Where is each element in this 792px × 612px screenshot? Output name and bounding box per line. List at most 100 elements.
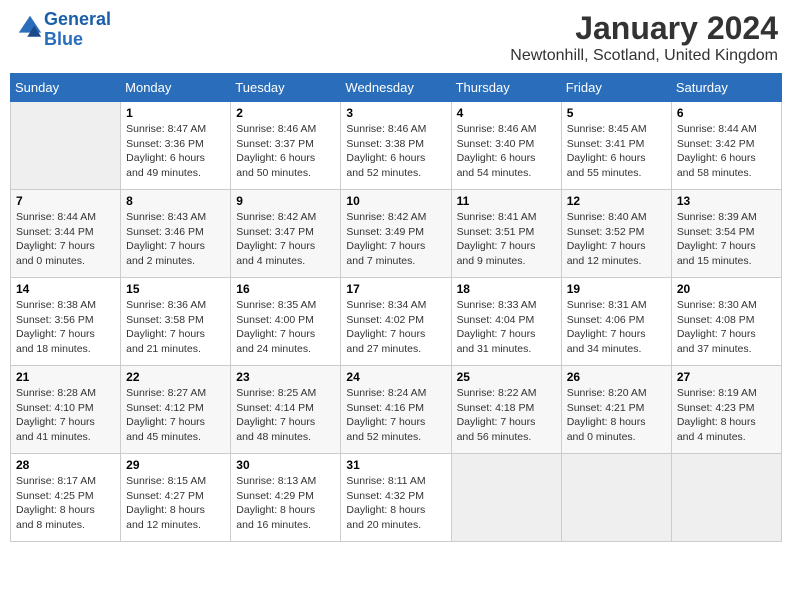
day-info: Sunrise: 8:42 AMSunset: 3:47 PMDaylight:… [236, 210, 335, 269]
calendar-cell: 14 Sunrise: 8:38 AMSunset: 3:56 PMDayligh… [11, 278, 121, 366]
day-number: 10 [346, 194, 445, 208]
calendar-cell [451, 454, 561, 542]
logo: General Blue [14, 10, 111, 50]
day-info: Sunrise: 8:27 AMSunset: 4:12 PMDaylight:… [126, 386, 225, 445]
day-info: Sunrise: 8:34 AMSunset: 4:02 PMDaylight:… [346, 298, 445, 357]
calendar-cell: 27 Sunrise: 8:19 AMSunset: 4:23 PMDayligh… [671, 366, 781, 454]
day-info: Sunrise: 8:38 AMSunset: 3:56 PMDaylight:… [16, 298, 115, 357]
day-number: 28 [16, 458, 115, 472]
calendar-cell [671, 454, 781, 542]
day-info: Sunrise: 8:46 AMSunset: 3:38 PMDaylight:… [346, 122, 445, 181]
day-number: 14 [16, 282, 115, 296]
day-number: 13 [677, 194, 776, 208]
calendar-cell: 15Sunrise: 8:36 AMSunset: 3:58 PMDayligh… [121, 278, 231, 366]
day-number: 4 [457, 106, 556, 120]
calendar-cell: 31 Sunrise: 8:11 AMSunset: 4:32 PMDayligh… [341, 454, 451, 542]
day-number: 20 [677, 282, 776, 296]
day-info: Sunrise: 8:11 AMSunset: 4:32 PMDaylight:… [346, 474, 445, 533]
calendar-cell: 30 Sunrise: 8:13 AMSunset: 4:29 PMDayligh… [231, 454, 341, 542]
calendar-week-1: 1 Sunrise: 8:47 AMSunset: 3:36 PMDaylight… [11, 102, 782, 190]
day-info: Sunrise: 8:15 AMSunset: 4:27 PMDaylight:… [126, 474, 225, 533]
calendar-cell: 20 Sunrise: 8:30 AMSunset: 4:08 PMDayligh… [671, 278, 781, 366]
calendar-cell: 3 Sunrise: 8:46 AMSunset: 3:38 PMDaylight… [341, 102, 451, 190]
day-info: Sunrise: 8:44 AMSunset: 3:42 PMDaylight:… [677, 122, 776, 181]
day-info: Sunrise: 8:40 AMSunset: 3:52 PMDaylight:… [567, 210, 666, 269]
calendar-cell: 19 Sunrise: 8:31 AMSunset: 4:06 PMDayligh… [561, 278, 671, 366]
day-number: 12 [567, 194, 666, 208]
calendar-week-5: 28 Sunrise: 8:17 AMSunset: 4:25 PMDayligh… [11, 454, 782, 542]
day-number: 21 [16, 370, 115, 384]
calendar-cell: 12 Sunrise: 8:40 AMSunset: 3:52 PMDayligh… [561, 190, 671, 278]
calendar-cell: 17Sunrise: 8:34 AMSunset: 4:02 PMDayligh… [341, 278, 451, 366]
day-info: Sunrise: 8:45 AMSunset: 3:41 PMDaylight:… [567, 122, 666, 181]
day-header-thursday: Thursday [451, 74, 561, 102]
calendar-cell: 18 Sunrise: 8:33 AMSunset: 4:04 PMDayligh… [451, 278, 561, 366]
day-info: Sunrise: 8:44 AMSunset: 3:44 PMDaylight:… [16, 210, 115, 269]
calendar-cell [11, 102, 121, 190]
calendar-cell: 4 Sunrise: 8:46 AMSunset: 3:40 PMDaylight… [451, 102, 561, 190]
calendar-cell: 8 Sunrise: 8:43 AMSunset: 3:46 PMDaylight… [121, 190, 231, 278]
day-info: Sunrise: 8:31 AMSunset: 4:06 PMDaylight:… [567, 298, 666, 357]
day-number: 25 [457, 370, 556, 384]
calendar-cell: 11 Sunrise: 8:41 AMSunset: 3:51 PMDayligh… [451, 190, 561, 278]
day-number: 27 [677, 370, 776, 384]
day-info: Sunrise: 8:47 AMSunset: 3:36 PMDaylight:… [126, 122, 225, 181]
day-number: 11 [457, 194, 556, 208]
day-number: 5 [567, 106, 666, 120]
location: Newtonhill, Scotland, United Kingdom [510, 47, 778, 65]
calendar-cell: 26 Sunrise: 8:20 AMSunset: 4:21 PMDayligh… [561, 366, 671, 454]
day-number: 26 [567, 370, 666, 384]
day-info: Sunrise: 8:25 AMSunset: 4:14 PMDaylight:… [236, 386, 335, 445]
calendar-cell: 2Sunrise: 8:46 AMSunset: 3:37 PMDaylight… [231, 102, 341, 190]
calendar-cell: 28 Sunrise: 8:17 AMSunset: 4:25 PMDayligh… [11, 454, 121, 542]
day-info: Sunrise: 8:46 AMSunset: 3:37 PMDaylight:… [236, 122, 335, 181]
calendar-week-3: 14 Sunrise: 8:38 AMSunset: 3:56 PMDayligh… [11, 278, 782, 366]
calendar-week-4: 21Sunrise: 8:28 AMSunset: 4:10 PMDayligh… [11, 366, 782, 454]
day-number: 15 [126, 282, 225, 296]
day-info: Sunrise: 8:22 AMSunset: 4:18 PMDaylight:… [457, 386, 556, 445]
calendar-cell: 10 Sunrise: 8:42 AMSunset: 3:49 PMDayligh… [341, 190, 451, 278]
logo-icon [16, 13, 44, 41]
day-info: Sunrise: 8:41 AMSunset: 3:51 PMDaylight:… [457, 210, 556, 269]
day-number: 3 [346, 106, 445, 120]
day-info: Sunrise: 8:46 AMSunset: 3:40 PMDaylight:… [457, 122, 556, 181]
page-header: General Blue January 2024 Newtonhill, Sc… [10, 10, 782, 65]
calendar-cell: 5 Sunrise: 8:45 AMSunset: 3:41 PMDaylight… [561, 102, 671, 190]
calendar-cell: 13Sunrise: 8:39 AMSunset: 3:54 PMDayligh… [671, 190, 781, 278]
day-number: 1 [126, 106, 225, 120]
day-number: 29 [126, 458, 225, 472]
day-number: 16 [236, 282, 335, 296]
calendar-cell: 16Sunrise: 8:35 AMSunset: 4:00 PMDayligh… [231, 278, 341, 366]
calendar-cell: 23 Sunrise: 8:25 AMSunset: 4:14 PMDayligh… [231, 366, 341, 454]
title-block: January 2024 Newtonhill, Scotland, Unite… [510, 10, 778, 65]
day-number: 30 [236, 458, 335, 472]
day-number: 18 [457, 282, 556, 296]
day-number: 19 [567, 282, 666, 296]
calendar-cell [561, 454, 671, 542]
day-info: Sunrise: 8:43 AMSunset: 3:46 PMDaylight:… [126, 210, 225, 269]
day-info: Sunrise: 8:13 AMSunset: 4:29 PMDaylight:… [236, 474, 335, 533]
day-number: 31 [346, 458, 445, 472]
day-info: Sunrise: 8:33 AMSunset: 4:04 PMDaylight:… [457, 298, 556, 357]
day-number: 23 [236, 370, 335, 384]
calendar-cell: 24Sunrise: 8:24 AMSunset: 4:16 PMDayligh… [341, 366, 451, 454]
day-number: 9 [236, 194, 335, 208]
day-header-monday: Monday [121, 74, 231, 102]
day-number: 22 [126, 370, 225, 384]
day-info: Sunrise: 8:42 AMSunset: 3:49 PMDaylight:… [346, 210, 445, 269]
calendar-cell: 29 Sunrise: 8:15 AMSunset: 4:27 PMDayligh… [121, 454, 231, 542]
calendar-cell: 9 Sunrise: 8:42 AMSunset: 3:47 PMDaylight… [231, 190, 341, 278]
day-header-saturday: Saturday [671, 74, 781, 102]
logo-text: General Blue [44, 10, 111, 50]
day-info: Sunrise: 8:19 AMSunset: 4:23 PMDaylight:… [677, 386, 776, 445]
day-headers-row: SundayMondayTuesdayWednesdayThursdayFrid… [11, 74, 782, 102]
day-info: Sunrise: 8:20 AMSunset: 4:21 PMDaylight:… [567, 386, 666, 445]
calendar-cell: 21Sunrise: 8:28 AMSunset: 4:10 PMDayligh… [11, 366, 121, 454]
day-header-friday: Friday [561, 74, 671, 102]
day-header-tuesday: Tuesday [231, 74, 341, 102]
day-header-wednesday: Wednesday [341, 74, 451, 102]
month-title: January 2024 [510, 10, 778, 47]
day-info: Sunrise: 8:17 AMSunset: 4:25 PMDaylight:… [16, 474, 115, 533]
day-info: Sunrise: 8:30 AMSunset: 4:08 PMDaylight:… [677, 298, 776, 357]
day-number: 8 [126, 194, 225, 208]
